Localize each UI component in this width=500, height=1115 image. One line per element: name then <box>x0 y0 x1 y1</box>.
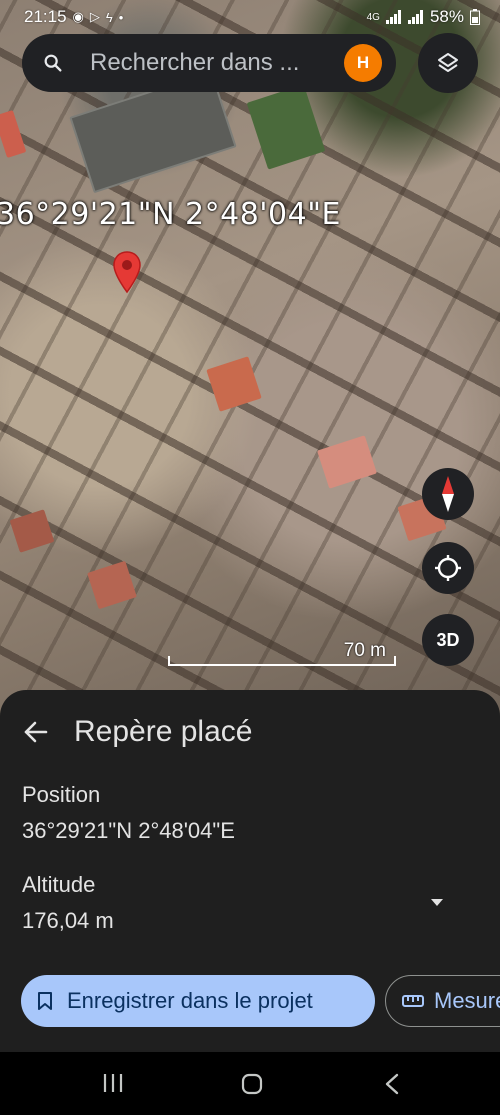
placemark-pin-icon[interactable] <box>112 250 142 294</box>
altitude-label: Altitude <box>22 872 96 897</box>
recent-apps-icon[interactable] <box>101 1072 125 1094</box>
search-bar[interactable]: Rechercher dans ... H <box>22 34 396 92</box>
battery-icon <box>470 9 480 25</box>
whatsapp-icon: ◉ <box>72 9 84 24</box>
sheet-title: Repère placé <box>74 715 253 748</box>
altitude-value: 176,04 m <box>22 908 114 933</box>
measure-button[interactable]: Mesurer <box>385 975 500 1027</box>
network-type: 4G <box>366 11 380 23</box>
layers-button[interactable] <box>418 33 478 93</box>
save-button-label: Enregistrer dans le projet <box>67 988 313 1013</box>
compass-icon <box>442 476 454 512</box>
scale-bar: 70 m <box>168 640 396 670</box>
measure-button-label: Mesurer <box>434 988 500 1013</box>
3d-toggle-button[interactable]: 3D <box>422 614 474 666</box>
save-to-project-button[interactable]: Enregistrer dans le projet <box>21 975 375 1027</box>
sheet-header: Repère placé <box>0 690 500 774</box>
status-bar: 21:15 ◉ ▷ ϟ • 4G 58% <box>0 0 500 34</box>
layers-icon <box>438 53 458 72</box>
scale-line <box>168 656 396 666</box>
building-roof <box>87 560 137 610</box>
status-left: 21:15 ◉ ▷ ϟ • <box>24 7 123 27</box>
bookmark-icon <box>38 992 52 1010</box>
messenger-icon: ϟ <box>105 9 113 25</box>
expand-dropdown-icon[interactable] <box>428 895 446 909</box>
building-roof <box>206 356 262 412</box>
satellite-map[interactable]: 36°29'21"N 2°48'04"E 70 m <box>0 0 500 720</box>
home-icon[interactable] <box>240 1072 264 1096</box>
signal-icon <box>385 10 401 24</box>
compass-button[interactable] <box>422 468 474 520</box>
map-coordinates-label: 36°29'21"N 2°48'04"E <box>0 197 341 232</box>
ruler-icon <box>402 995 424 1007</box>
clock: 21:15 <box>24 7 67 26</box>
building-roof <box>317 435 377 489</box>
building-roof <box>0 109 27 159</box>
search-icon[interactable] <box>42 52 64 74</box>
placemark-sheet: Repère placé Position 36°29'21"N 2°48'04… <box>0 690 500 1052</box>
search-input[interactable]: Rechercher dans ... <box>90 49 344 77</box>
system-nav-bar <box>0 1052 500 1115</box>
status-right: 4G 58% <box>367 7 480 27</box>
my-location-button[interactable] <box>422 542 474 594</box>
back-icon[interactable] <box>382 1072 402 1096</box>
building-roof <box>9 509 55 553</box>
green-area <box>246 84 326 170</box>
signal-icon-2 <box>407 10 423 24</box>
back-arrow-icon[interactable] <box>22 718 50 746</box>
position-label: Position <box>22 782 101 807</box>
position-value: 36°29'21"N 2°48'04"E <box>22 818 235 843</box>
dot-icon: • <box>118 9 124 25</box>
avatar[interactable]: H <box>344 44 382 82</box>
battery-percent: 58% <box>429 7 464 26</box>
play-store-icon: ▷ <box>89 9 100 24</box>
crosshair-icon <box>435 555 461 581</box>
